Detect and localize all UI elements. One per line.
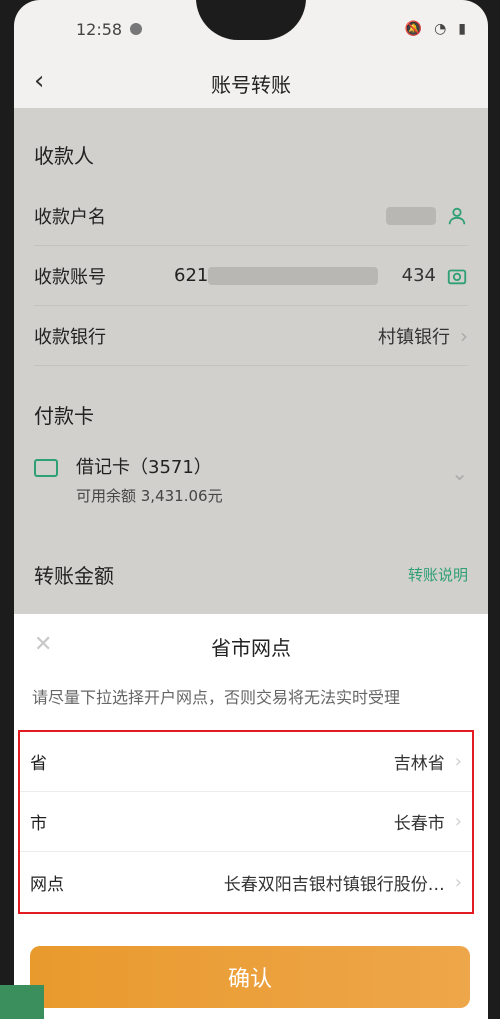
- payee-name-row[interactable]: 收款户名: [34, 186, 468, 246]
- sheet-hint: 请尽量下拉选择开户网点，否则交易将无法实时受理: [32, 688, 401, 707]
- payee-account-row[interactable]: 收款账号 621 434: [34, 246, 468, 306]
- amount-title: 转账金额: [34, 564, 114, 588]
- payment-card-selector[interactable]: 借记卡（3571） 可用余额 3,431.06元 ⌄: [34, 453, 468, 513]
- account-suffix: 434: [401, 265, 436, 286]
- chevron-right-icon: ›: [454, 751, 462, 772]
- phone-screen: 12:58 🔕 ◔ ▮ ‹ 账号转账 收款人 收款户名 收款账号 621 434…: [14, 0, 488, 1019]
- dimmed-background: 收款人 收款户名 收款账号 621 434 收款银行 村镇银行 › 付款卡 借记…: [14, 108, 488, 614]
- province-value: 吉林省: [393, 754, 445, 774]
- transfer-help-link[interactable]: 转账说明: [408, 564, 468, 585]
- region-picker-sheet: ✕ 省市网点 请尽量下拉选择开户网点，否则交易将无法实时受理 省 吉林省 › 市…: [14, 614, 488, 1019]
- card-balance: 可用余额 3,431.06元: [76, 487, 223, 505]
- card-name: 借记卡（3571）: [76, 457, 212, 478]
- account-prefix: 621: [174, 265, 209, 286]
- chevron-down-icon: ⌄: [451, 461, 468, 485]
- payee-section-title: 收款人: [34, 144, 94, 168]
- mute-icon: 🔕: [404, 21, 423, 37]
- payee-account-label: 收款账号: [34, 266, 106, 288]
- chevron-right-icon: ›: [454, 871, 462, 893]
- nav-bar: ‹ 账号转账: [14, 58, 488, 108]
- chevron-right-icon: ›: [460, 323, 468, 348]
- province-label: 省: [30, 754, 47, 774]
- confirm-button[interactable]: 确认: [30, 946, 470, 1008]
- payee-bank-label: 收款银行: [34, 326, 106, 348]
- province-row[interactable]: 省 吉林省 ›: [20, 732, 472, 792]
- chevron-left-icon[interactable]: ‹: [34, 66, 44, 96]
- city-label: 市: [30, 814, 47, 834]
- account-redacted: [208, 266, 379, 285]
- wifi-icon: ◔: [434, 21, 447, 37]
- region-list: 省 吉林省 › 市 长春市 › 网点 长春双阳吉银村镇银行股份… ›: [18, 730, 474, 914]
- page-title: 账号转账: [211, 72, 291, 97]
- camera-icon[interactable]: [446, 265, 468, 287]
- payee-bank-value: 村镇银行: [378, 326, 450, 348]
- person-icon[interactable]: [446, 205, 468, 227]
- branch-row[interactable]: 网点 长春双阳吉银村镇银行股份… ›: [20, 852, 472, 912]
- payee-name-label: 收款户名: [34, 206, 106, 228]
- background-object: [0, 985, 44, 1019]
- amount-header: 转账金额 转账说明: [34, 560, 468, 589]
- branch-label: 网点: [30, 874, 64, 895]
- payment-card-section-title: 付款卡: [34, 404, 94, 428]
- card-icon: [34, 459, 58, 477]
- status-bar: 12:58 🔕 ◔ ▮: [14, 0, 488, 58]
- sheet-title: 省市网点: [211, 636, 291, 660]
- status-time: 12:58: [76, 19, 123, 39]
- city-row[interactable]: 市 长春市 ›: [20, 792, 472, 852]
- branch-value: 长春双阳吉银村镇银行股份…: [223, 874, 445, 895]
- chevron-right-icon: ›: [454, 811, 462, 832]
- city-value: 长春市: [393, 814, 445, 834]
- notification-icon: [130, 23, 143, 35]
- payee-bank-row[interactable]: 收款银行 村镇银行 ›: [34, 306, 468, 366]
- payee-name-redacted: [386, 206, 436, 225]
- status-icons: 🔕 ◔ ▮: [405, 21, 466, 37]
- battery-icon: ▮: [458, 21, 466, 37]
